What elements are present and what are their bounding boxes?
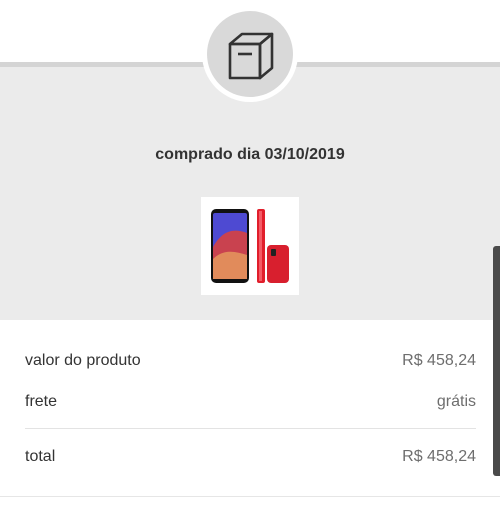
product-value-row: valor do produto R$ 458,24 [25,352,476,370]
shipping-label: frete [25,393,58,410]
shipping-value: grátis [436,393,476,410]
scrollbar-thumb[interactable] [493,246,500,476]
purchase-date: comprado dia 03/10/2019 [155,146,345,163]
badge-circle [207,11,293,97]
product-value: R$ 458,24 [402,352,476,369]
shipping-row: frete grátis [25,393,476,411]
section-bottom-divider [0,496,500,497]
product-image[interactable] [201,197,299,295]
summary-divider [25,428,476,429]
total-value: R$ 458,24 [402,448,476,465]
total-label: total [25,448,56,465]
product-value-label: valor do produto [25,352,141,369]
total-row: total R$ 458,24 [25,448,476,466]
package-box-icon [228,32,274,80]
package-badge [202,6,298,102]
